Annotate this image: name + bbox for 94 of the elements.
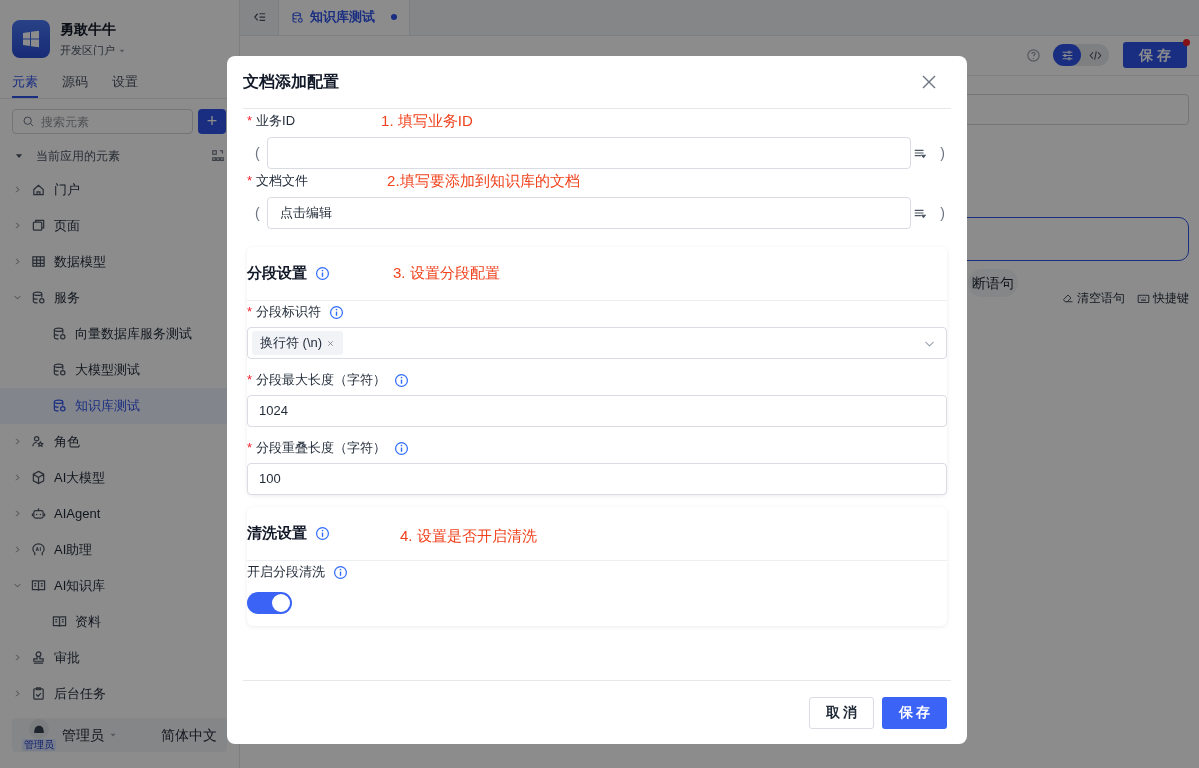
book-icon bbox=[31, 578, 46, 593]
people-icon bbox=[31, 434, 46, 449]
clear-button[interactable]: 清空语句 bbox=[1062, 289, 1125, 307]
required-asterisk: * bbox=[247, 303, 253, 322]
toggle-switch[interactable] bbox=[247, 592, 292, 614]
stamp-icon bbox=[31, 650, 46, 665]
remove-icon bbox=[326, 338, 336, 348]
section-heading: 清洗设置 bbox=[247, 523, 307, 544]
info-icon bbox=[329, 304, 345, 320]
field-label: 业务ID bbox=[256, 112, 297, 131]
paren-text: ( bbox=[254, 143, 261, 163]
clipboard-check-icon bbox=[31, 686, 46, 701]
annotation-text: 4. 设置是否开启清洗 bbox=[400, 526, 537, 547]
field-label: 分段最大长度（字符） bbox=[256, 371, 387, 390]
database-icon bbox=[52, 398, 67, 413]
shortcut-button[interactable]: 快捷键 bbox=[1137, 289, 1189, 307]
robot-icon bbox=[31, 506, 46, 521]
user-menu[interactable]: 管理员 bbox=[62, 724, 118, 746]
database-icon bbox=[52, 326, 67, 341]
tree-item[interactable]: 数据模型 bbox=[0, 243, 239, 280]
sidebar-tab[interactable]: 元素 bbox=[12, 72, 38, 98]
table-icon bbox=[31, 254, 46, 269]
editor-tab[interactable]: 知识库测试 bbox=[278, 0, 410, 35]
tree-item[interactable]: 服务 bbox=[0, 279, 239, 316]
tree-item[interactable]: AI知识库 bbox=[0, 567, 239, 604]
required-asterisk: * bbox=[247, 112, 253, 131]
tree-item[interactable]: 大模型测试 bbox=[0, 351, 239, 388]
tree-item[interactable]: 页面 bbox=[0, 207, 239, 244]
tree-item[interactable]: 角色 bbox=[0, 423, 239, 460]
tree-item[interactable]: AI助理 bbox=[0, 531, 239, 568]
ai-head-icon bbox=[31, 542, 46, 557]
annotation-text: 3. 设置分段配置 bbox=[393, 263, 500, 284]
field-label: 分段标识符 bbox=[256, 303, 322, 322]
add-button[interactable]: + bbox=[198, 108, 226, 134]
code-icon bbox=[1088, 48, 1102, 62]
annotation-text: 2.填写要添加到知识库的文档 bbox=[387, 170, 580, 191]
info-icon bbox=[315, 526, 330, 541]
expression-field[interactable]: 点击编辑 bbox=[267, 197, 911, 229]
number-field[interactable]: 1024 bbox=[247, 395, 947, 427]
tree-item[interactable]: 审批 bbox=[0, 639, 239, 676]
tree-item[interactable]: AI大模型 bbox=[0, 459, 239, 496]
field-label: 分段重叠长度（字符） bbox=[256, 439, 387, 458]
search-icon bbox=[22, 114, 35, 128]
save-button[interactable]: 保 存 bbox=[882, 696, 947, 729]
number-field[interactable]: 100 bbox=[247, 463, 947, 495]
language-label[interactable]: 简体中文 bbox=[161, 724, 217, 746]
database-icon bbox=[291, 10, 304, 24]
avatar[interactable] bbox=[29, 719, 49, 739]
select-field[interactable]: 换行符 (\n) bbox=[247, 327, 947, 359]
info-icon bbox=[315, 266, 330, 281]
house-icon bbox=[31, 182, 46, 197]
field-label: 开启分段清洗 bbox=[247, 563, 325, 582]
person-icon bbox=[32, 725, 46, 733]
search-field[interactable]: 搜索元素 bbox=[12, 109, 193, 134]
save-button[interactable]: 保 存 bbox=[1123, 42, 1187, 68]
tree-item[interactable]: 后台任务 bbox=[0, 675, 239, 712]
interrupt-chip[interactable]: 断语句 bbox=[968, 269, 1018, 297]
layout-icon bbox=[211, 148, 225, 163]
tree-item[interactable]: 向量数据库服务测试 bbox=[0, 315, 239, 352]
paren-text: ( bbox=[254, 203, 261, 223]
tree-header: 当前应用的元素 bbox=[36, 147, 120, 165]
view-mode-button[interactable] bbox=[1053, 44, 1081, 66]
cancel-button[interactable]: 取 消 bbox=[809, 696, 874, 729]
paren-text: ) bbox=[939, 143, 946, 163]
info-icon bbox=[333, 564, 348, 580]
tree-item[interactable]: 资料 bbox=[0, 603, 239, 640]
book-icon bbox=[52, 614, 67, 629]
required-asterisk: * bbox=[247, 172, 253, 191]
sidebar-tab[interactable]: 源码 bbox=[62, 72, 88, 98]
database-icon bbox=[52, 362, 67, 377]
tree-item[interactable]: AIAgent bbox=[0, 495, 239, 532]
tree-item[interactable]: 门户 bbox=[0, 171, 239, 208]
portal-dropdown[interactable]: 开发区门户 bbox=[60, 42, 127, 59]
database-icon bbox=[31, 290, 46, 305]
sidebar-tab[interactable]: 设置 bbox=[112, 72, 138, 98]
required-asterisk: * bbox=[247, 371, 253, 390]
window-icon bbox=[31, 218, 46, 233]
sliders-icon bbox=[1060, 48, 1074, 62]
selected-tag[interactable]: 换行符 (\n) bbox=[252, 331, 344, 355]
paren-text: ) bbox=[939, 203, 946, 223]
dialog-title: 文档添加配置 bbox=[243, 72, 339, 92]
annotation-text: 1. 填写业务ID bbox=[381, 110, 473, 131]
info-icon bbox=[394, 440, 410, 456]
info-icon bbox=[394, 372, 410, 388]
app-logo bbox=[12, 20, 50, 58]
eraser-icon bbox=[1062, 292, 1074, 304]
help-icon bbox=[1026, 48, 1041, 63]
section-heading: 分段设置 bbox=[247, 263, 307, 284]
app-name: 勇敢牛牛 bbox=[60, 20, 117, 40]
field-label: 文档文件 bbox=[256, 172, 310, 191]
required-asterisk: * bbox=[247, 439, 253, 458]
cube-icon bbox=[31, 470, 46, 485]
avatar-label: 管理员 bbox=[22, 739, 56, 751]
expression-field[interactable] bbox=[267, 137, 911, 169]
